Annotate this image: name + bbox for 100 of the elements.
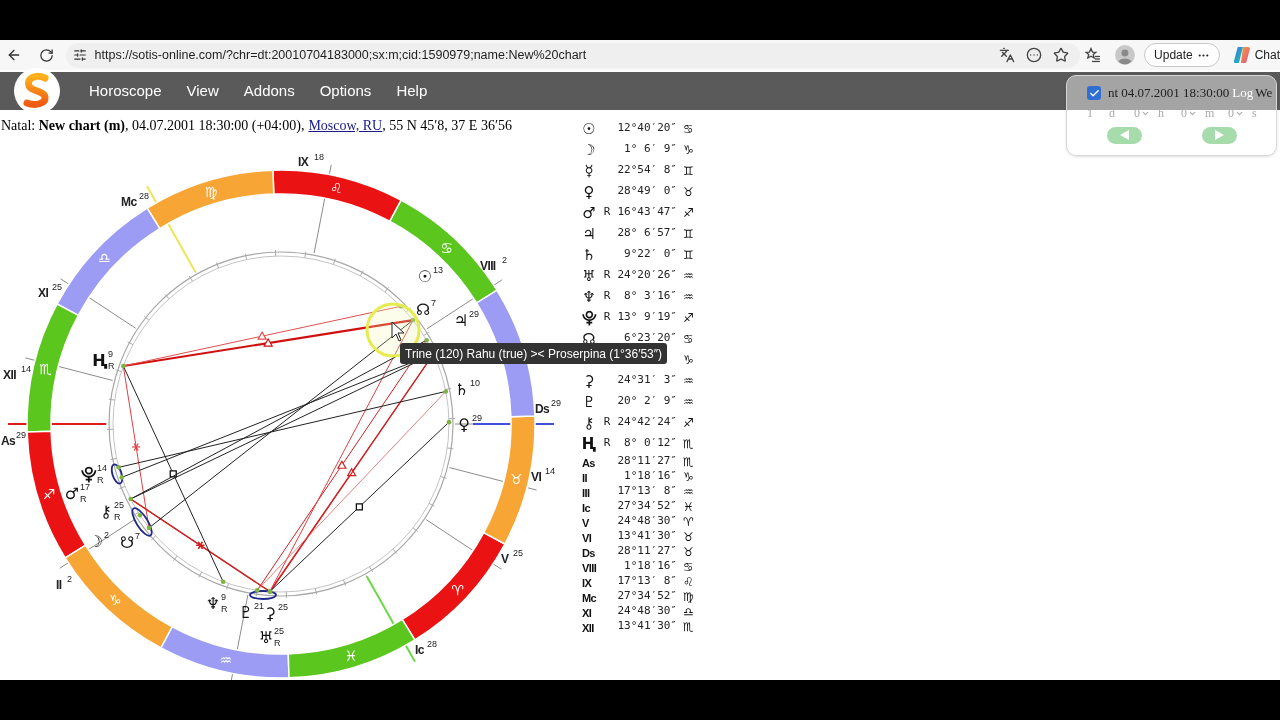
planet-glyph: ♆ [205,593,221,613]
house-cusp-label: II [56,578,62,592]
house-cusp-label: II [582,471,587,484]
zodiac-sign-glyph: ♒ [219,651,233,668]
retrograde-mark: R [603,309,611,326]
sign-glyph: ♒ [683,372,694,390]
house-cusp-label: XI [38,286,49,300]
house-cusp-degree: 25 [52,282,62,292]
planet-glyph: ⚳ [583,371,595,390]
menu-item[interactable]: Help [396,79,428,103]
planet-degree: 10 [470,378,480,388]
sign-glyph: ♏ [683,618,694,636]
house-cusp-label: Mc [121,195,137,209]
house-cusp-label: Ic [582,501,590,514]
planet-degree: 7 [135,531,140,541]
position-value: 1°18′16″ [624,468,677,485]
unit-label: h [1158,105,1164,122]
retrograde-mark: R [114,512,121,522]
house-cusp-label: V [582,516,589,529]
update-button[interactable]: Update [1144,43,1220,67]
sign-glyph: ♈ [683,513,694,531]
planet-glyph: ♂ [64,483,80,503]
position-value: 27°34′52″ [617,498,677,515]
planet-degree: 14 [97,463,107,473]
sign-glyph: ♊ [683,225,694,243]
planet-glyph: ⚷ [583,413,595,432]
retrograde-mark: R [603,414,611,431]
house-cusp-degree: 29 [16,430,26,440]
position-value: 20° 2′ 9″ [617,393,677,410]
retrograde-mark: R [274,638,281,648]
sign-glyph: ♐ [683,204,694,222]
house-cusp-degree: 18 [314,152,324,162]
translate-icon[interactable] [999,47,1016,63]
sign-glyph: ♉ [683,528,694,546]
address-bar[interactable]: https://sotis-online.com/?chr=dt:20010704183000;sx:m;cid:1590979;name:New%20chart [65,42,1081,68]
planet-degree: 13 [433,265,443,275]
time-checkbox[interactable] [1087,86,1101,100]
planet-glyph: ♆ [582,287,596,306]
sign-glyph: ♐ [683,414,694,432]
chat-label[interactable]: Chat [1254,46,1280,64]
avatar-icon[interactable] [1115,45,1136,65]
menu-item[interactable]: Addons [243,79,295,103]
planet-degree: 25 [114,500,124,510]
more-circle-icon[interactable] [1026,47,1043,63]
house-cusp-degree: 2 [502,255,507,265]
house-cusp-label: Ds [582,546,595,559]
planet-glyph: ♄ [454,379,470,399]
menu-item[interactable]: Options [319,79,372,103]
planet-glyph: ☉ [417,266,433,286]
position-value: 24°31′ 3″ [617,372,677,389]
house-cusp-degree: 28 [427,639,437,649]
app-logo-icon[interactable] [1232,46,1251,64]
position-value: 28°11′27″ [617,453,677,470]
position-value: 16°43′47″ [617,204,677,221]
position-value: 9°22′ 0″ [624,246,677,263]
planet-glyph: ☉ [582,119,596,138]
position-value: 28°11′27″ [617,543,677,560]
house-cusp-label: As [1,434,16,448]
favorites-icon[interactable] [1085,47,1102,63]
planet-degree: 9 [108,349,113,359]
site-settings-icon[interactable] [72,48,87,62]
house-cusp-degree: 14 [545,466,555,476]
star-icon[interactable] [1053,47,1070,63]
check-icon [1088,87,1100,99]
sign-glyph: ♑ [683,468,694,486]
sign-glyph: ♊ [683,246,694,264]
house-cusp-degree: 28 [139,191,149,201]
sign-glyph: ♏ [683,435,694,453]
house-cusp-label: VIII [582,561,597,574]
planet-glyph: ☊ [415,299,431,319]
sign-glyph: ♓ [683,498,694,516]
planet-degree: 2 [104,530,109,540]
planet-glyph: ⯓ [581,308,597,327]
planet-glyph: ♀ [458,414,470,434]
date-time-text: nt 04.07.2001 18:30:00 [1108,84,1230,103]
zodiac-sign-glyph: ♎ [98,250,111,267]
planet-glyph: Ⱨ [581,434,597,453]
house-cusp-label: V [501,552,509,566]
sign-glyph: ♒ [683,483,694,501]
planet-glyph: ⯓ [81,464,97,484]
menu-item[interactable]: Horoscope [89,79,162,103]
planet-glyph: ♂ [582,203,596,222]
retrograde-mark: R [80,494,87,504]
zodiac-sign-glyph: ♋ [440,239,453,256]
menu-item[interactable]: View [186,79,219,103]
sign-glyph: ♑ [683,141,694,159]
house-cusp-label: As [582,456,595,469]
retrograde-mark: R [221,604,228,614]
zodiac-sign-glyph: ♐ [43,486,56,502]
planet-glyph: ⚳ [264,603,276,623]
planet-glyph: ☽ [582,140,596,159]
place-link[interactable]: Moscow, RU [308,118,383,133]
unit-label: s [1252,105,1257,122]
position-value: 28° 6′57″ [617,225,677,242]
house-cusp-label: III [582,486,590,499]
retrograde-mark: R [108,361,115,371]
sign-glyph: ♒ [683,267,694,285]
house-cusp-label: Ic [415,643,424,657]
planet-degree: 29 [472,413,482,423]
zodiac-sign-glyph: ♑ [109,592,122,609]
